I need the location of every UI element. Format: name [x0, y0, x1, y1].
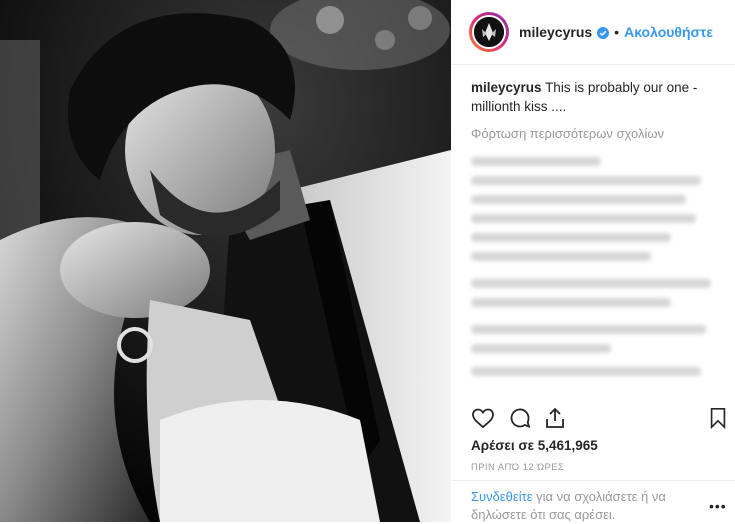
avatar[interactable] [469, 12, 509, 52]
post-photo[interactable] [0, 0, 451, 522]
comments-section: mileycyrus This is probably our one - mi… [471, 78, 721, 386]
verified-badge-icon [597, 26, 610, 39]
follow-button[interactable]: Ακολουθήστε [624, 24, 713, 40]
blurred-comment [471, 325, 706, 334]
more-options-icon[interactable]: ••• [709, 498, 727, 514]
avatar-image [474, 17, 504, 47]
instagram-post: mileycyrus • Ακολουθήστε mileycyrus This… [0, 0, 735, 522]
blurred-comment [471, 195, 686, 204]
login-prompt: Συνδεθείτε για να σχολιάσετε ή να δηλώσε… [471, 488, 696, 524]
blurred-comments [471, 157, 721, 376]
blurred-comment [471, 233, 671, 242]
load-more-comments[interactable]: Φόρτωση περισσότερων σχολίων [471, 126, 721, 141]
post-timestamp: ΠΡΙΝ ΑΠΌ 12 ΏΡΕΣ [471, 462, 565, 473]
blurred-comment [471, 298, 671, 307]
caption-username[interactable]: mileycyrus [471, 80, 542, 95]
blurred-comment [471, 344, 611, 353]
header-separator: • [614, 24, 620, 40]
post-header: mileycyrus • Ακολουθήστε [451, 0, 735, 65]
post-sidebar: mileycyrus • Ακολουθήστε mileycyrus This… [451, 0, 735, 522]
caption: mileycyrus This is probably our one - mi… [471, 78, 721, 116]
comment-icon[interactable] [508, 406, 532, 435]
header-text: mileycyrus • Ακολουθήστε [519, 24, 713, 40]
header-username[interactable]: mileycyrus [519, 24, 592, 40]
bookmark-icon[interactable] [707, 406, 729, 435]
action-bar [471, 406, 726, 435]
likes-count[interactable]: Αρέσει σε 5,461,965 [471, 438, 598, 453]
blurred-comment [471, 279, 711, 288]
blurred-comment [471, 214, 696, 223]
blurred-comment [471, 367, 701, 376]
login-link[interactable]: Συνδεθείτε [471, 489, 533, 504]
blurred-comment [471, 157, 601, 166]
blurred-comment [471, 252, 651, 261]
divider [451, 480, 735, 481]
blurred-comment [471, 176, 701, 185]
photo-illustration [0, 0, 451, 522]
heart-icon[interactable] [471, 406, 495, 435]
share-icon[interactable] [543, 406, 567, 435]
